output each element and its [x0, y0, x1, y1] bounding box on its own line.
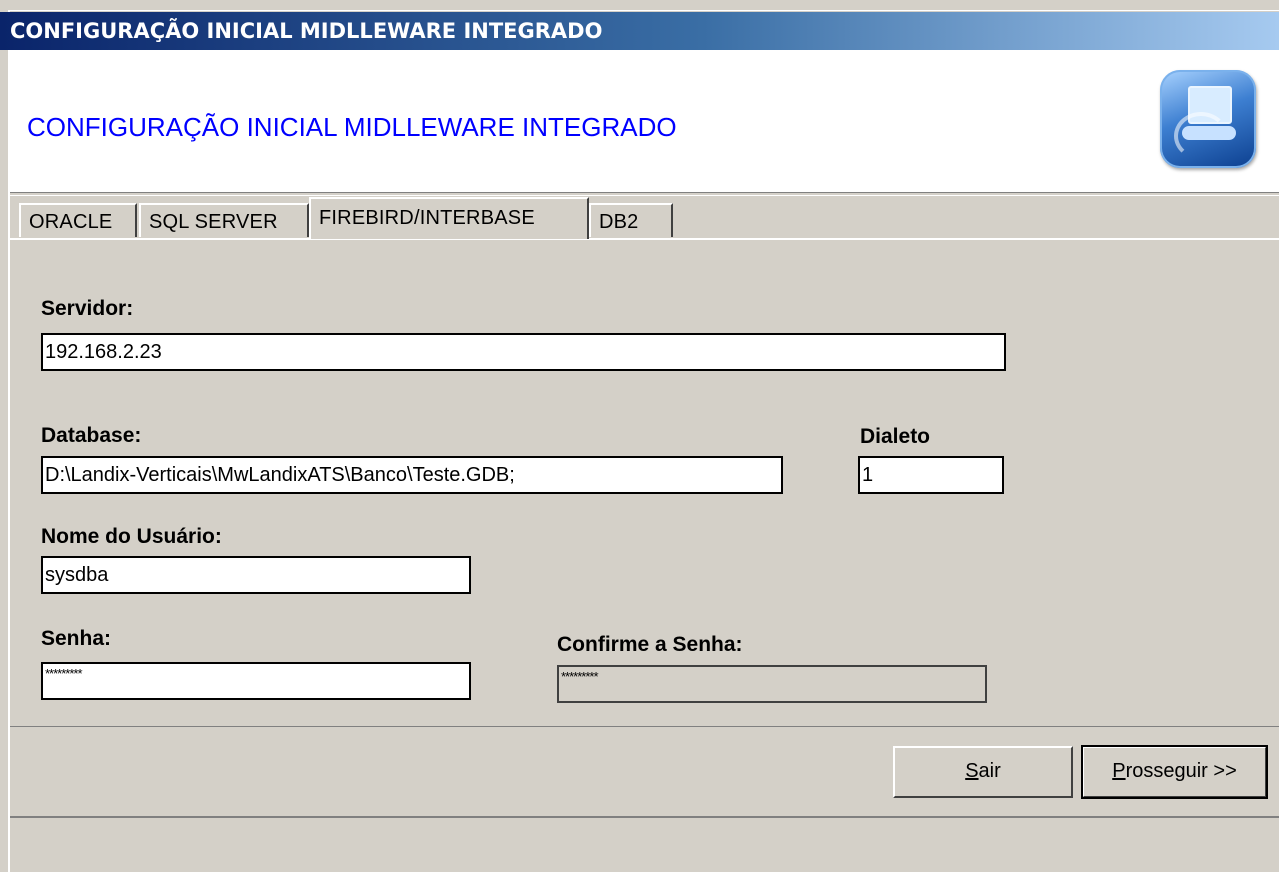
dialeto-label: Dialeto: [860, 425, 931, 448]
network-ring-shape: [1174, 112, 1228, 160]
usuario-input[interactable]: sysdba: [41, 556, 471, 594]
database-input[interactable]: D:\Landix-Verticais\MwLandixATS\Banco\Te…: [41, 456, 783, 494]
window-titlebar[interactable]: CONFIGURAÇÃO INICIAL MIDLLEWARE INTEGRAD…: [0, 12, 1279, 50]
header-divider: [10, 192, 1279, 196]
tab-oracle[interactable]: ORACLE: [19, 203, 137, 237]
window-title: CONFIGURAÇÃO INICIAL MIDLLEWARE INTEGRAD…: [10, 19, 603, 43]
confirme-senha-input: *********: [557, 665, 987, 703]
dialeto-input[interactable]: 1: [858, 456, 1004, 494]
prosseguir-hotkey: P: [1112, 760, 1126, 782]
senha-label: Senha:: [41, 627, 112, 650]
database-label: Database:: [41, 424, 142, 447]
sair-label: air: [978, 760, 1001, 782]
tab-db2[interactable]: DB2: [589, 203, 673, 237]
sair-hotkey: S: [965, 760, 979, 782]
tab-oracle-label: ORACLE: [29, 211, 113, 233]
tab-firebird-interbase-label: FIREBIRD/INTERBASE: [319, 207, 535, 229]
usuario-label: Nome do Usuário:: [41, 525, 222, 548]
servidor-label: Servidor:: [41, 297, 134, 320]
confirme-senha-label: Confirme a Senha:: [557, 633, 743, 656]
prosseguir-button[interactable]: Prosseguir >>: [1081, 745, 1268, 799]
header-banner: CONFIGURAÇÃO INICIAL MIDLLEWARE INTEGRAD…: [10, 50, 1279, 192]
senha-input[interactable]: *********: [41, 662, 471, 700]
tab-db2-label: DB2: [599, 211, 639, 233]
sair-button[interactable]: Sair: [893, 746, 1073, 798]
tab-firebird-interbase[interactable]: FIREBIRD/INTERBASE: [309, 197, 589, 239]
page-title: CONFIGURAÇÃO INICIAL MIDLLEWARE INTEGRAD…: [27, 112, 677, 142]
computer-network-icon: [1160, 70, 1256, 168]
prosseguir-label: rosseguir >>: [1125, 760, 1237, 782]
status-bar: [10, 816, 1279, 871]
tab-sql-server-label: SQL SERVER: [149, 211, 278, 233]
tab-sql-server[interactable]: SQL SERVER: [139, 203, 309, 237]
servidor-input[interactable]: 192.168.2.23: [41, 333, 1006, 371]
